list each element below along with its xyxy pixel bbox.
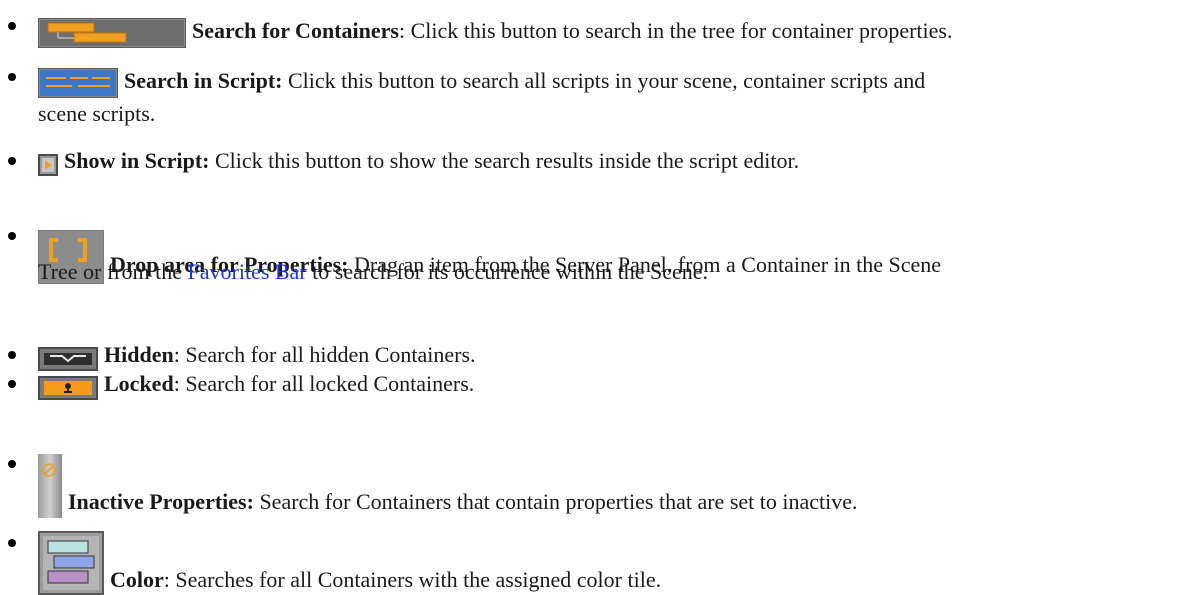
search-containers-icon[interactable] bbox=[38, 18, 186, 48]
item-desc: Search for all hidden Containers. bbox=[179, 342, 476, 367]
bullet bbox=[8, 460, 16, 468]
item-desc-continued: scene scripts. bbox=[38, 101, 156, 126]
item-term: Search in Script: bbox=[124, 68, 283, 93]
bullet bbox=[8, 73, 16, 81]
item-desc: Click this button to search all scripts … bbox=[282, 68, 926, 93]
item-desc-continued: Tree or from the Favorites Bar to search… bbox=[38, 259, 708, 285]
item-desc: Search for Containers that contain prope… bbox=[253, 489, 858, 514]
bullet bbox=[8, 380, 16, 388]
item-term: Search for Containers bbox=[192, 18, 399, 43]
inactive-properties-icon[interactable] bbox=[38, 454, 62, 518]
desc-text: to search for its occurrence within the … bbox=[306, 259, 708, 284]
hidden-icon[interactable] bbox=[38, 347, 98, 371]
show-in-script-icon[interactable] bbox=[38, 154, 58, 176]
item-desc: Searches for all Containers with the ass… bbox=[169, 567, 662, 592]
item-term: Show in Script: bbox=[64, 148, 210, 173]
item-term: Inactive Properties: bbox=[68, 489, 254, 514]
locked-icon[interactable] bbox=[38, 376, 98, 400]
desc-text: Tree or from the bbox=[38, 259, 188, 284]
bullet bbox=[8, 539, 16, 547]
favorites-bar-link[interactable]: Favorites Bar bbox=[188, 259, 307, 284]
item-desc: Search for all locked Containers. bbox=[179, 371, 475, 396]
color-icon[interactable] bbox=[38, 531, 104, 595]
bullet bbox=[8, 232, 16, 240]
bullet bbox=[8, 22, 16, 30]
item-term: Locked bbox=[104, 371, 174, 396]
bullet bbox=[8, 157, 16, 165]
item-term: Hidden bbox=[104, 342, 174, 367]
search-in-script-icon[interactable] bbox=[38, 68, 118, 98]
bullet bbox=[8, 351, 16, 359]
item-desc: Click this button to show the search res… bbox=[209, 148, 800, 173]
item-term: Color bbox=[110, 567, 164, 592]
item-desc: Click this button to search in the tree … bbox=[405, 18, 953, 43]
